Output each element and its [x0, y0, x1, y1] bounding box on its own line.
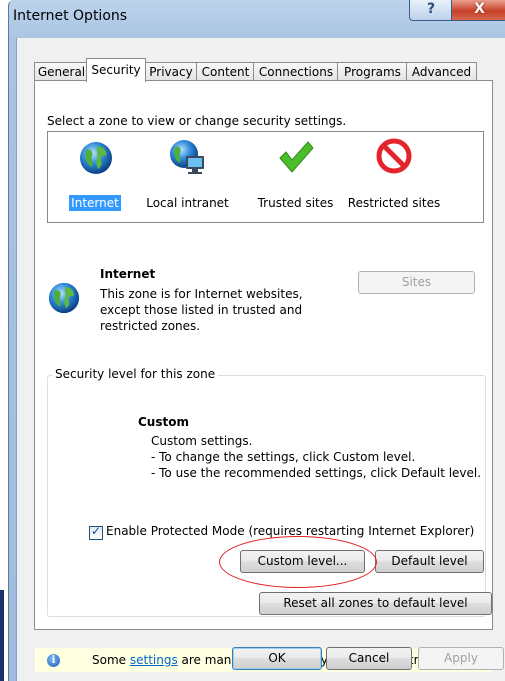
selected-zone-description-line-1: This zone is for Internet websites, — [100, 287, 303, 301]
window-left-shadow — [0, 590, 4, 681]
apply-button[interactable]: Apply — [418, 647, 504, 670]
selected-zone-globe-icon — [48, 282, 80, 314]
protected-mode-checkbox[interactable]: ✓ — [89, 524, 103, 540]
checkmark-glyph: ✓ — [91, 524, 102, 538]
reset-all-zones-button[interactable]: Reset all zones to default level — [259, 592, 492, 615]
globe-icon — [80, 142, 112, 174]
window-frame: Internet Options ? X General Security Pr… — [8, 0, 505, 681]
no-entry-icon — [376, 138, 412, 174]
security-level-line-3: - To use the recommended settings, click… — [151, 466, 482, 480]
security-level-line-2: - To change the settings, click Custom l… — [151, 450, 416, 464]
tab-content[interactable]: Content — [196, 62, 255, 81]
zone-restricted-sites[interactable]: Restricted sites — [344, 132, 444, 220]
selected-zone-description-line-2: except those listed in trusted and — [100, 303, 303, 317]
cancel-button[interactable]: Cancel — [326, 647, 412, 670]
tab-connections[interactable]: Connections — [253, 62, 339, 81]
title-bar[interactable]: Internet Options ? X — [9, 0, 505, 38]
zone-local-intranet[interactable]: Local intranet — [140, 132, 235, 220]
security-tab-panel: Select a zone to view or change security… — [34, 80, 493, 672]
tab-programs[interactable]: Programs — [337, 62, 408, 81]
zone-label-trusted-sites: Trusted sites — [257, 196, 334, 210]
tab-advanced[interactable]: Advanced — [406, 62, 477, 81]
sites-button[interactable]: Sites — [358, 271, 475, 294]
security-level-title: Custom — [138, 415, 189, 429]
ok-button[interactable]: OK — [232, 647, 322, 670]
dialog-client: General Security Privacy Content Connect… — [16, 38, 505, 681]
close-button[interactable]: X — [451, 0, 505, 21]
close-icon: X — [474, 1, 485, 17]
info-icon: i — [47, 654, 60, 667]
zone-label-internet: Internet — [69, 195, 121, 211]
zone-trusted-sites[interactable]: Trusted sites — [253, 132, 338, 220]
internet-options-window: Internet Options ? X General Security Pr… — [0, 0, 505, 681]
settings-link[interactable]: settings — [130, 653, 178, 667]
window-title: Internet Options — [13, 8, 128, 24]
tab-privacy[interactable]: Privacy — [144, 62, 198, 81]
security-level-group-label: Security level for this zone — [52, 367, 219, 381]
help-icon: ? — [426, 1, 436, 17]
annotation-circle — [219, 536, 377, 588]
selected-zone-description-line-3: restricted zones. — [100, 319, 201, 333]
zone-prompt: Select a zone to view or change security… — [47, 114, 347, 128]
intranet-icon — [170, 140, 204, 174]
zone-label-restricted-sites: Restricted sites — [347, 196, 441, 210]
tab-general[interactable]: General — [34, 62, 89, 81]
help-button[interactable]: ? — [409, 0, 453, 21]
window-left-edge — [0, 0, 8, 681]
security-level-line-1: Custom settings. — [151, 434, 253, 448]
zone-list: Internet Local intranet Trusted sites Re… — [47, 131, 484, 223]
zone-internet[interactable]: Internet — [60, 132, 130, 220]
checkmark-icon — [279, 141, 314, 173]
tab-security[interactable]: Security — [86, 58, 146, 82]
zone-label-local-intranet: Local intranet — [146, 196, 229, 210]
selected-zone-title: Internet — [100, 267, 156, 281]
default-level-button[interactable]: Default level — [375, 550, 484, 573]
